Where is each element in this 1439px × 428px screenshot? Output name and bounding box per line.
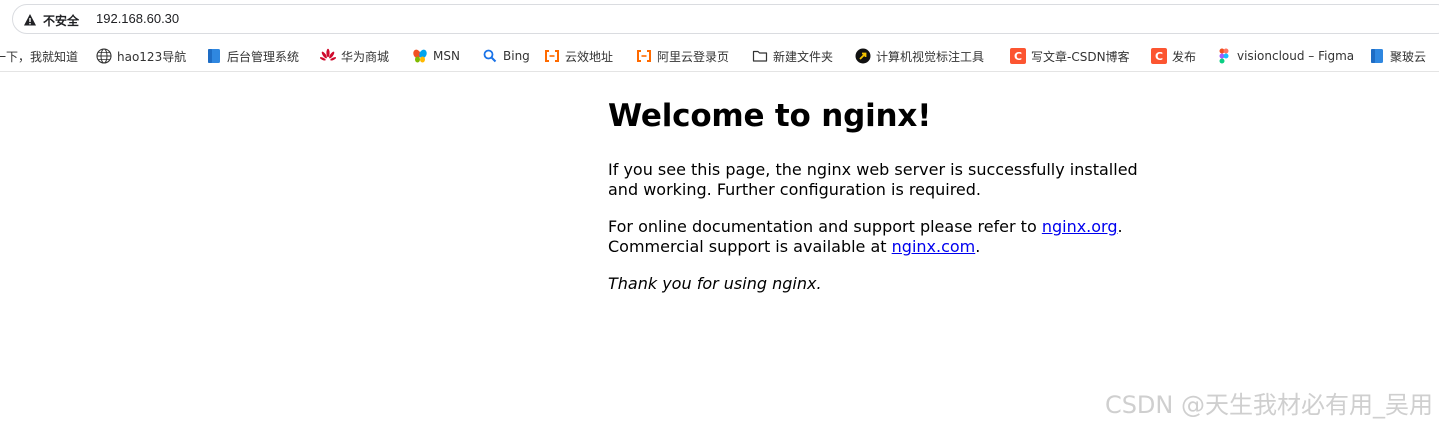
arrow-circle-icon <box>855 48 871 64</box>
bookmark-label: 计算机视觉标注工具 <box>876 49 985 64</box>
bookmark-item[interactable]: 聚玻云 <box>1369 46 1426 66</box>
commercial-text-period: . <box>975 237 981 256</box>
csdn-icon: C <box>1010 48 1026 64</box>
folder-icon <box>752 50 768 62</box>
docs-text-period: . <box>1117 217 1123 236</box>
intro-paragraph: If you see this page, the nginx web serv… <box>608 160 1138 199</box>
address-bar[interactable]: 不安全 192.168.60.30 <box>12 4 1439 34</box>
docs-text: For online documentation and support ple… <box>608 217 1042 236</box>
bookmark-label: 发布 <box>1172 49 1197 64</box>
bookmark-item[interactable]: 一下，我就知道 <box>0 46 78 66</box>
address-bar-row: 不安全 192.168.60.30 <box>0 0 1439 40</box>
msn-butterfly-icon <box>413 49 427 63</box>
nginx-org-link[interactable]: nginx.org <box>1042 217 1118 236</box>
aliyun-icon <box>545 50 559 62</box>
bookmark-item[interactable]: 阿里云登录页 <box>636 46 729 66</box>
bookmark-label: 华为商城 <box>341 49 390 64</box>
not-secure-label: 不安全 <box>43 13 80 28</box>
bookmark-item[interactable]: hao123导航 <box>96 46 186 66</box>
bookmark-item[interactable]: 计算机视觉标注工具 <box>855 46 984 66</box>
url-text[interactable]: 192.168.60.30 <box>96 11 179 26</box>
bookmark-item[interactable]: 云效地址 <box>544 46 613 66</box>
bookmark-label: hao123导航 <box>117 49 187 64</box>
bookmark-label: 云效地址 <box>565 49 614 64</box>
docs-paragraph: For online documentation and support ple… <box>608 217 1168 257</box>
page-content: Welcome to nginx! If you see this page, … <box>608 92 1168 293</box>
blue-page-icon <box>1371 49 1383 63</box>
csdn-watermark: CSDN @天生我材必有用_吴用 <box>1104 391 1433 419</box>
bookmark-label: Bing <box>503 49 530 63</box>
bookmark-item[interactable]: MSN <box>412 46 460 66</box>
blue-page-icon <box>208 49 220 63</box>
bookmark-label: 阿里云登录页 <box>657 49 730 64</box>
figma-icon <box>1219 48 1229 64</box>
bookmark-label: 新建文件夹 <box>773 49 834 64</box>
huawei-logo-icon <box>320 48 336 61</box>
page-title: Welcome to nginx! <box>608 98 932 134</box>
bookmark-item[interactable]: 新建文件夹 <box>752 46 833 66</box>
bookmark-label: 后台管理系统 <box>227 49 300 64</box>
csdn-icon: C <box>1151 48 1167 64</box>
thanks-paragraph: Thank you for using nginx. <box>608 274 822 293</box>
bookmark-item[interactable]: 后台管理系统 <box>206 46 299 66</box>
site-info-chip[interactable]: 不安全 <box>23 10 79 30</box>
aliyun-icon <box>637 50 651 62</box>
bookmark-item[interactable]: 华为商城 <box>320 46 389 66</box>
search-icon <box>483 49 497 63</box>
bookmark-label: visioncloud – Figma <box>1237 49 1355 63</box>
nginx-com-link[interactable]: nginx.com <box>892 237 976 256</box>
globe-icon <box>96 48 112 64</box>
bookmark-item[interactable]: C 写文章-CSDN博客 <box>1010 46 1130 66</box>
bookmark-item[interactable]: Bing <box>482 46 530 66</box>
bookmark-item[interactable]: visioncloud – Figma <box>1216 46 1354 66</box>
bookmark-label: 聚玻云 <box>1390 49 1427 64</box>
commercial-text: Commercial support is available at <box>608 237 892 256</box>
bookmark-item[interactable]: C 发布 <box>1151 46 1196 66</box>
warning-icon <box>24 14 36 26</box>
bookmark-label: 一下，我就知道 <box>0 49 79 64</box>
bookmarks-bar: 一下，我就知道 hao123导航 后台管理系统 华为商城 MSN Bing 云效… <box>0 40 1439 72</box>
bookmark-label: MSN <box>433 49 460 63</box>
bookmark-label: 写文章-CSDN博客 <box>1031 49 1130 64</box>
